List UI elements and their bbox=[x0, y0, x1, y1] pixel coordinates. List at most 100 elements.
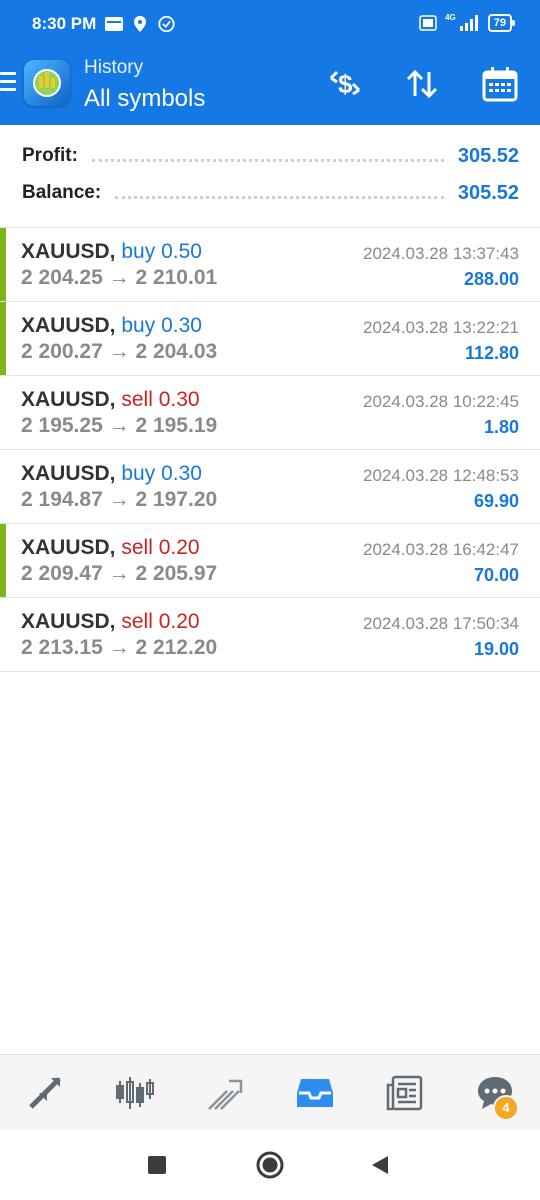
bottom-nav: 4 bbox=[0, 1054, 540, 1130]
close-price: 2 210.01 bbox=[135, 266, 218, 289]
chat-badge: 4 bbox=[493, 1094, 519, 1121]
trade-profit: 112.80 bbox=[464, 343, 519, 363]
close-price: 2 205.97 bbox=[135, 562, 218, 585]
trade-symbol: XAUUSD, bbox=[21, 314, 116, 337]
open-price: 2 200.27 bbox=[21, 340, 103, 363]
trade-symbol: XAUUSD, bbox=[21, 462, 116, 485]
home-button[interactable] bbox=[253, 1148, 287, 1182]
nav-quotes[interactable] bbox=[15, 1063, 75, 1123]
trade-prices: 2 204.25 → 2 210.01 bbox=[21, 266, 217, 290]
open-price: 2 213.15 bbox=[21, 636, 103, 659]
trade-profit: 19.00 bbox=[473, 639, 519, 659]
open-price: 2 195.25 bbox=[21, 414, 103, 437]
back-triangle-icon bbox=[372, 1156, 388, 1174]
trade-prices: 2 209.47 → 2 205.97 bbox=[21, 562, 217, 586]
trade-time: 2024.03.28 10:22:45 bbox=[363, 392, 519, 411]
notification-icon bbox=[105, 17, 123, 31]
nav-chat[interactable]: 4 bbox=[465, 1063, 525, 1123]
trade-profit: 69.90 bbox=[473, 491, 519, 511]
volte-icon bbox=[419, 15, 437, 31]
calendar-icon bbox=[482, 67, 518, 102]
trade-marker bbox=[0, 302, 6, 375]
trade-row[interactable]: XAUUSD, buy 0.30 2 194.87 → 2 197.20 202… bbox=[0, 450, 540, 524]
trade-list: XAUUSD, buy 0.50 2 204.25 → 2 210.01 202… bbox=[0, 228, 540, 672]
trade-prices: 2 213.15 → 2 212.20 bbox=[21, 636, 217, 660]
status-time: 8:30 PM bbox=[32, 14, 97, 33]
candlestick-chart-icon bbox=[116, 1076, 154, 1109]
deposit-filter-button[interactable]: $ bbox=[323, 62, 367, 106]
trade-marker bbox=[0, 228, 6, 301]
check-circle-icon bbox=[158, 15, 175, 33]
open-price: 2 204.25 bbox=[21, 266, 103, 289]
nav-news[interactable] bbox=[375, 1063, 435, 1123]
trade-profit: 1.80 bbox=[483, 417, 519, 437]
signal-icon bbox=[459, 15, 478, 31]
calendar-button[interactable] bbox=[478, 62, 522, 106]
trade-symbol: XAUUSD, bbox=[21, 240, 116, 263]
trade-prices: 2 200.27 → 2 204.03 bbox=[21, 340, 217, 364]
trade-time: 2024.03.28 16:42:47 bbox=[363, 540, 519, 559]
price-arrow: → bbox=[108, 266, 130, 289]
trade-side: buy bbox=[121, 240, 156, 263]
price-arrow: → bbox=[108, 562, 130, 585]
app-header: 8:30 PM 4G 79 History All symbols $ bbox=[0, 0, 540, 125]
trade-row[interactable]: XAUUSD, buy 0.30 2 200.27 → 2 204.03 202… bbox=[0, 302, 540, 376]
trade-row[interactable]: XAUUSD, sell 0.20 2 213.15 → 2 212.20 20… bbox=[0, 598, 540, 672]
network-type: 4G bbox=[445, 13, 456, 22]
trade-symbol-line: XAUUSD, sell 0.20 bbox=[21, 610, 200, 634]
close-price: 2 195.19 bbox=[135, 414, 218, 437]
nav-trade[interactable] bbox=[195, 1063, 255, 1123]
history-inbox-icon bbox=[297, 1078, 333, 1107]
location-icon bbox=[134, 16, 146, 32]
quotes-arrows-icon bbox=[29, 1076, 61, 1109]
trade-volume: 0.50 bbox=[161, 240, 202, 263]
price-arrow: → bbox=[108, 340, 130, 363]
trade-symbol-line: XAUUSD, buy 0.50 bbox=[21, 240, 202, 264]
sort-arrows-icon bbox=[406, 69, 438, 99]
trade-time: 2024.03.28 17:50:34 bbox=[363, 614, 519, 633]
trade-side: sell bbox=[121, 610, 153, 633]
trade-symbol: XAUUSD, bbox=[21, 610, 116, 633]
recents-button[interactable] bbox=[140, 1148, 174, 1182]
dollar-swap-icon: $ bbox=[329, 69, 361, 99]
svg-text:$: $ bbox=[338, 69, 353, 99]
trade-volume: 0.30 bbox=[161, 314, 202, 337]
trade-profit: 288.00 bbox=[463, 269, 519, 289]
trade-time: 2024.03.28 13:37:43 bbox=[363, 244, 519, 263]
logo-mark bbox=[33, 69, 61, 97]
trade-marker bbox=[0, 524, 6, 597]
square-icon bbox=[148, 1156, 166, 1174]
trade-prices: 2 195.25 → 2 195.19 bbox=[21, 414, 217, 438]
page-title[interactable]: All symbols bbox=[84, 85, 205, 113]
trade-symbol: XAUUSD, bbox=[21, 536, 116, 559]
account-summary: Profit: 305.52 Balance: 305.52 bbox=[0, 125, 540, 228]
price-arrow: → bbox=[108, 636, 130, 659]
status-right: 4G 79 bbox=[419, 13, 516, 32]
balance-label: Balance: bbox=[22, 182, 102, 203]
trade-volume: 0.30 bbox=[158, 388, 200, 411]
system-nav bbox=[0, 1130, 540, 1200]
dotted-leader bbox=[115, 195, 444, 199]
nav-history[interactable] bbox=[285, 1063, 345, 1123]
nav-chart[interactable] bbox=[105, 1063, 165, 1123]
news-icon bbox=[386, 1075, 423, 1110]
balance-value: 305.52 bbox=[457, 181, 519, 204]
price-arrow: → bbox=[108, 414, 130, 437]
profit-row: Profit: 305.52 bbox=[22, 143, 519, 169]
trade-profit: 70.00 bbox=[473, 565, 519, 585]
trade-row[interactable]: XAUUSD, buy 0.50 2 204.25 → 2 210.01 202… bbox=[0, 228, 540, 302]
trade-side: sell bbox=[121, 536, 153, 559]
profit-value: 305.52 bbox=[457, 144, 519, 167]
trade-row[interactable]: XAUUSD, sell 0.20 2 209.47 → 2 205.97 20… bbox=[0, 524, 540, 598]
status-bar: 8:30 PM 4G 79 bbox=[0, 0, 540, 50]
trade-symbol-line: XAUUSD, sell 0.30 bbox=[21, 388, 200, 412]
menu-icon[interactable] bbox=[0, 72, 16, 92]
sort-button[interactable] bbox=[400, 62, 444, 106]
trade-prices: 2 194.87 → 2 197.20 bbox=[21, 488, 217, 512]
circle-home-icon bbox=[256, 1151, 284, 1179]
back-button[interactable] bbox=[363, 1148, 397, 1182]
trade-row[interactable]: XAUUSD, sell 0.30 2 195.25 → 2 195.19 20… bbox=[0, 376, 540, 450]
trade-symbol: XAUUSD, bbox=[21, 388, 116, 411]
trade-time: 2024.03.28 12:48:53 bbox=[363, 466, 519, 485]
trade-side: sell bbox=[121, 388, 153, 411]
